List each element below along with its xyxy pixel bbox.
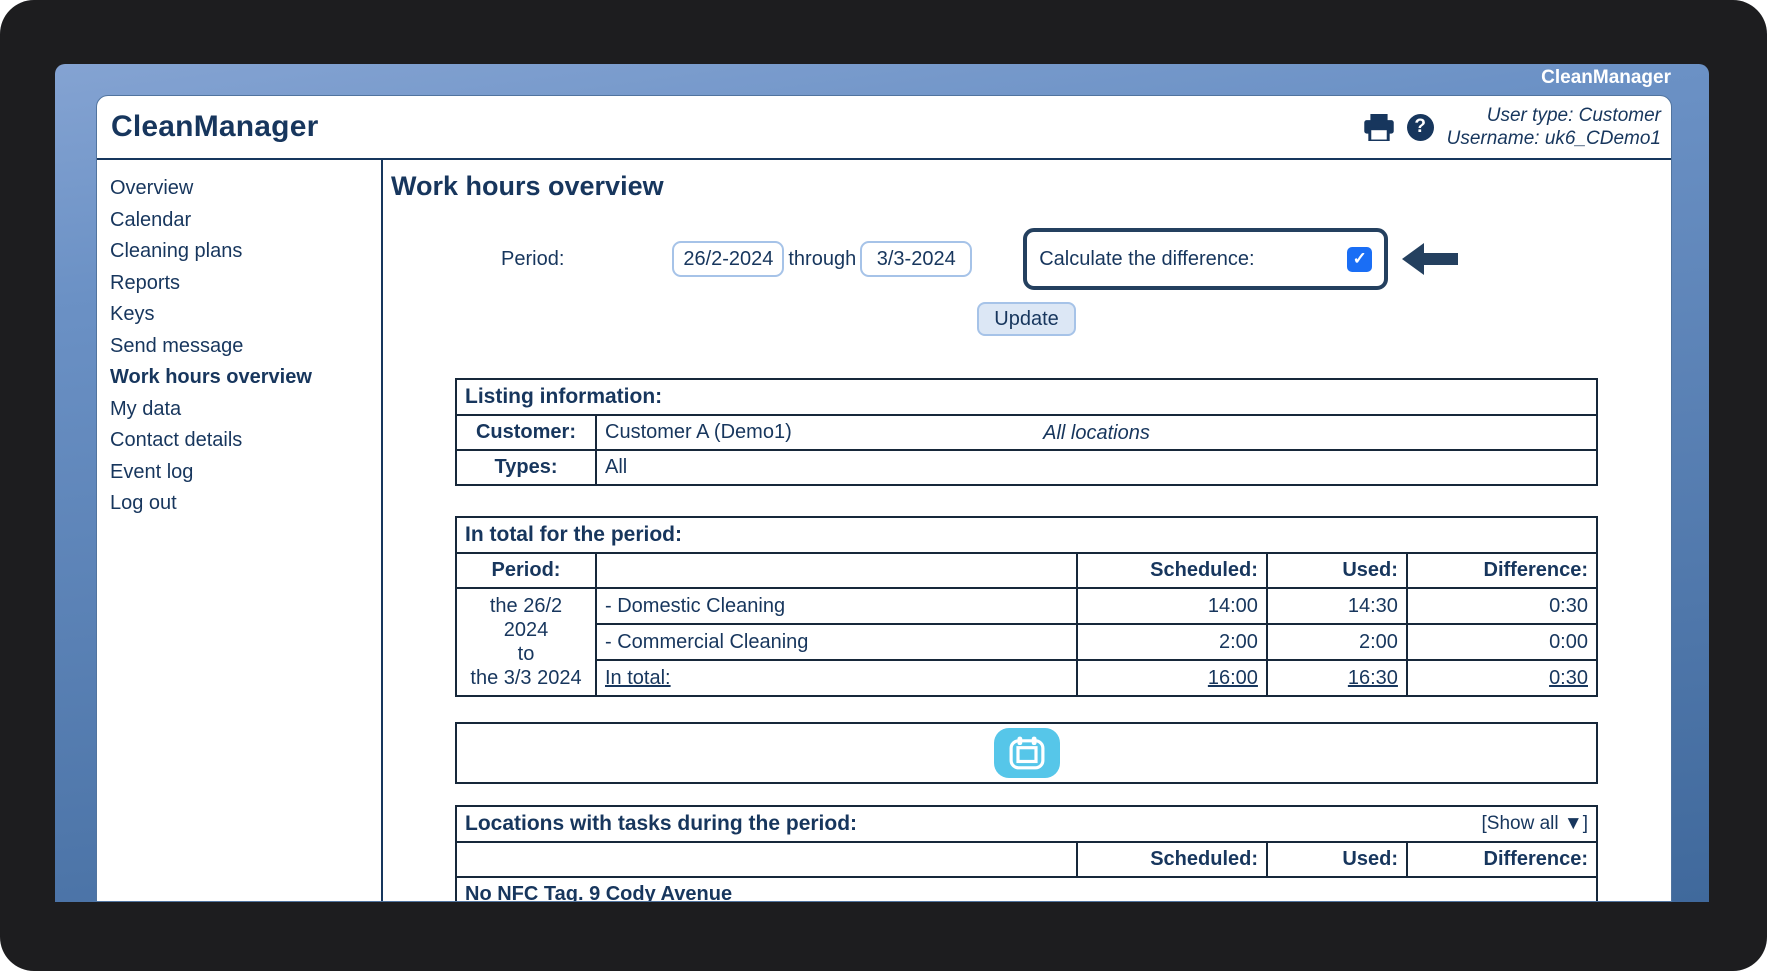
annotation-arrow-icon	[1402, 243, 1459, 275]
main-content: Work hours overview Period: through Calc…	[383, 160, 1671, 901]
period-label: Period:	[501, 247, 565, 270]
update-row: Update	[455, 302, 1598, 336]
help-glyph: ?	[1406, 113, 1434, 141]
calendar-box	[455, 722, 1598, 784]
service-name: - Commercial Cleaning	[595, 623, 1078, 661]
sidebar-item-reports[interactable]: Reports	[110, 268, 381, 300]
period-line-3: the 3/3 2024	[470, 667, 582, 689]
difference-column-header: Difference:	[1406, 841, 1598, 878]
print-icon[interactable]	[1363, 113, 1394, 141]
used-column-header: Used:	[1266, 841, 1408, 878]
sidebar-item-my-data[interactable]: My data	[110, 394, 381, 426]
table-row: Types: All	[455, 449, 1598, 486]
listing-title-row: Listing information:	[455, 378, 1598, 416]
sidebar-item-calendar[interactable]: Calendar	[110, 205, 381, 237]
totals-title-row: In total for the period:	[455, 516, 1598, 554]
customer-label: Customer:	[455, 414, 597, 451]
used-value: 2:00	[1265, 623, 1408, 661]
through-label: through	[788, 247, 857, 270]
user-info: User type: Customer Username: uk6_CDemo1	[1447, 104, 1661, 150]
difference-column-header: Difference:	[1405, 552, 1599, 589]
used-value: 14:30	[1265, 587, 1408, 625]
used-total: 16:30	[1265, 659, 1408, 697]
sidebar-item-work-hours-overview[interactable]: Work hours overview	[110, 362, 381, 394]
device-frame: CleanManager CleanManager ? User type: C…	[0, 0, 1767, 971]
calculate-difference-checkbox[interactable]: ✓	[1347, 246, 1373, 272]
calculate-difference-label: Calculate the difference:	[1039, 247, 1255, 270]
service-name: - Domestic Cleaning	[595, 587, 1078, 625]
empty-header-cell	[455, 841, 1078, 878]
period-form: Period: through Calculate the difference…	[455, 228, 1598, 290]
content-column: Period: through Calculate the difference…	[455, 228, 1599, 901]
in-total-row: In total: 16:00 16:30 0:30	[456, 659, 1599, 697]
app-header: CleanManager ? User type: Customer Usern…	[97, 96, 1671, 160]
scheduled-value: 2:00	[1075, 623, 1268, 661]
scheduled-column-header: Scheduled:	[1075, 552, 1268, 589]
help-icon[interactable]: ?	[1406, 113, 1434, 141]
header-right: ? User type: Customer Username: uk6_CDem…	[1363, 96, 1661, 158]
window-title-badge: CleanManager	[1541, 67, 1671, 88]
calendar-icon[interactable]	[993, 728, 1060, 778]
listing-title: Listing information:	[455, 378, 1598, 416]
scheduled-total: 16:00	[1075, 659, 1268, 697]
types-label: Types:	[455, 449, 597, 486]
totals-column-header-row: Period: Scheduled: Used: Difference:	[455, 552, 1599, 589]
difference-value: 0:00	[1405, 623, 1599, 661]
username-label: Username: uk6_CDemo1	[1446, 128, 1661, 149]
sidebar-item-event-log[interactable]: Event log	[110, 457, 381, 489]
types-value-cell: All	[595, 449, 1598, 486]
period-range-cell: the 26/2 2024 to the 3/3 2024	[455, 587, 597, 697]
period-line-2: to	[517, 643, 535, 665]
locations-column-header-row: Scheduled: Used: Difference:	[455, 841, 1598, 878]
update-button[interactable]: Update	[977, 302, 1076, 336]
scheduled-column-header: Scheduled:	[1076, 841, 1268, 878]
table-row: the 26/2 2024 to the 3/3 2024 - Domestic…	[455, 587, 1599, 697]
sidebar-nav: Overview Calendar Cleaning plans Reports…	[97, 160, 383, 901]
sidebar-item-contact-details[interactable]: Contact details	[110, 425, 381, 457]
difference-value: 0:30	[1405, 587, 1599, 625]
types-value: All	[605, 456, 628, 478]
page-title: Work hours overview	[391, 171, 664, 201]
table-row: - Commercial Cleaning 2:00 2:00 0:00	[456, 623, 1599, 661]
app-body: Overview Calendar Cleaning plans Reports…	[97, 160, 1671, 901]
period-column-header: Period:	[455, 552, 597, 589]
empty-header-cell	[595, 552, 1078, 589]
locations-title-cell: Locations with tasks during the period: …	[455, 805, 1598, 843]
locations-title: Locations with tasks during the period:	[465, 812, 858, 835]
listing-information-table: Listing information: Customer: Customer …	[455, 378, 1598, 486]
customer-value-cell: Customer A (Demo1) All locations	[595, 414, 1598, 451]
calculate-difference-group: Calculate the difference: ✓	[1023, 228, 1389, 290]
sidebar-item-send-message[interactable]: Send message	[110, 331, 381, 363]
table-row: Customer: Customer A (Demo1) All locatio…	[455, 414, 1598, 451]
totals-title: In total for the period:	[455, 516, 1598, 554]
locations-title-row: Locations with tasks during the period: …	[455, 805, 1598, 843]
sidebar-item-log-out[interactable]: Log out	[110, 488, 381, 520]
customer-value: Customer A (Demo1)	[605, 421, 792, 443]
all-locations-note: All locations	[1043, 422, 1150, 444]
locations-table: Locations with tasks during the period: …	[455, 805, 1598, 901]
used-column-header: Used:	[1265, 552, 1408, 589]
app-panel: CleanManager ? User type: Customer Usern…	[96, 95, 1672, 902]
user-type-label: User type: Customer	[1486, 105, 1661, 126]
show-all-dropdown[interactable]: [Show all ▼]	[1482, 813, 1588, 835]
in-total-label: In total:	[595, 659, 1078, 697]
difference-total: 0:30	[1405, 659, 1599, 697]
scheduled-value: 14:00	[1075, 587, 1268, 625]
app-title: CleanManager	[111, 110, 319, 143]
period-to-input[interactable]	[860, 241, 973, 277]
sidebar-item-overview[interactable]: Overview	[110, 173, 381, 205]
location-row: No NFC Tag. 9 Cody Avenue	[455, 876, 1598, 901]
period-line-1: the 26/2 2024	[489, 595, 563, 641]
totals-table: In total for the period: Period: Schedul…	[455, 516, 1599, 697]
browser-chrome: CleanManager CleanManager ? User type: C…	[55, 64, 1709, 902]
sidebar-item-cleaning-plans[interactable]: Cleaning plans	[110, 236, 381, 268]
sidebar-item-keys[interactable]: Keys	[110, 299, 381, 331]
location-name: No NFC Tag. 9 Cody Avenue	[455, 876, 1598, 901]
period-from-input[interactable]	[672, 241, 785, 277]
